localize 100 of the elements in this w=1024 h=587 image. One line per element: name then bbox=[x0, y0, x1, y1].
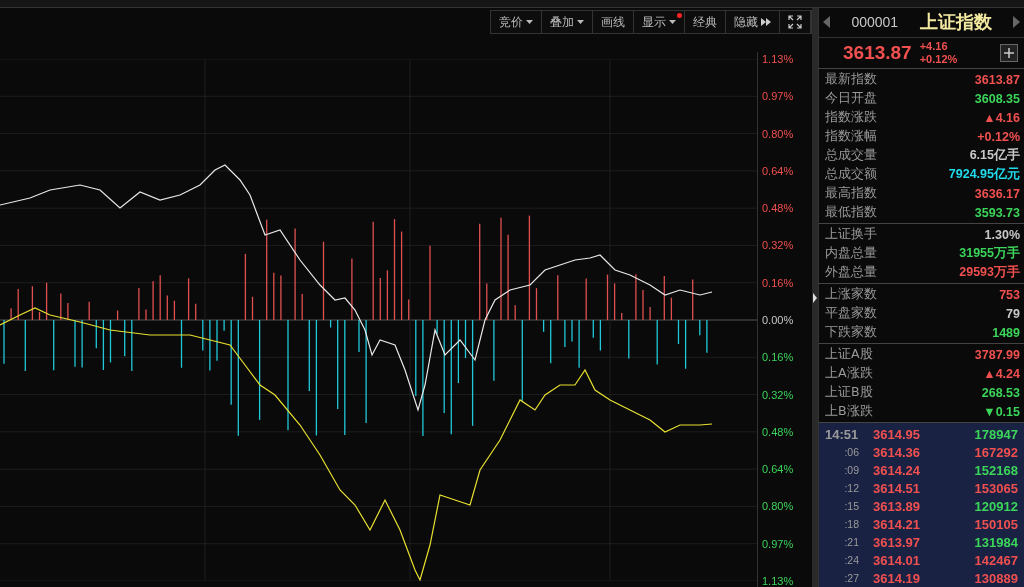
tick-price: 3614.01 bbox=[873, 552, 921, 568]
tick-time: :15 bbox=[843, 500, 860, 512]
stat-value: 3608.35 bbox=[974, 91, 1020, 106]
stat-value: 1489 bbox=[992, 325, 1020, 340]
stat-value: 3636.17 bbox=[974, 186, 1020, 201]
stat-label: 上证B股 bbox=[825, 384, 873, 401]
stat-value: 1.30% bbox=[984, 227, 1020, 242]
stat-value: 753 bbox=[999, 287, 1020, 302]
stat-label: 上证A股 bbox=[825, 346, 873, 363]
plus-icon bbox=[1004, 47, 1014, 58]
axis-label: 1.13% bbox=[761, 573, 795, 587]
right-arrow-icon[interactable] bbox=[1013, 16, 1020, 29]
tick-time: :18 bbox=[843, 518, 860, 530]
percent-change: +0.12% bbox=[919, 52, 958, 66]
stat-value: 31955万手 bbox=[959, 245, 1020, 262]
tick-time: :27 bbox=[843, 572, 860, 584]
stat-value: ▲4.24 bbox=[983, 366, 1020, 381]
axis-label: 0.16% bbox=[761, 275, 795, 290]
stat-label: 内盘总量 bbox=[825, 245, 877, 262]
axis-label: 0.80% bbox=[761, 126, 795, 141]
stat-value: 268.53 bbox=[981, 385, 1020, 400]
stat-label: 最新指数 bbox=[825, 71, 877, 88]
toolbar-button[interactable]: 画线 bbox=[593, 11, 634, 33]
left-arrow-icon[interactable] bbox=[823, 16, 830, 29]
caret-icon bbox=[526, 20, 533, 24]
stock-name: 上证指数 bbox=[919, 10, 992, 35]
tick-time: :06 bbox=[843, 446, 860, 458]
stat-value: 3593.73 bbox=[974, 205, 1020, 220]
stat-value: 7924.95亿元 bbox=[948, 166, 1020, 183]
stat-value: 3787.99 bbox=[974, 347, 1020, 362]
stat-label: 今日开盘 bbox=[825, 90, 877, 107]
tick-price: 3614.51 bbox=[873, 480, 921, 496]
tick-time: :09 bbox=[843, 464, 860, 476]
axis-label: 0.16% bbox=[761, 350, 795, 365]
caret-icon bbox=[669, 20, 676, 24]
stat-label: 最高指数 bbox=[825, 185, 877, 202]
axis-label: 1.13% bbox=[761, 52, 795, 66]
stat-label: 指数涨幅 bbox=[825, 128, 877, 145]
axis-label: 0.32% bbox=[761, 238, 795, 253]
tick-price: 3614.36 bbox=[873, 444, 921, 460]
expand-icon bbox=[788, 15, 802, 29]
stat-label: 上证换手 bbox=[825, 226, 877, 243]
double-arrow-icon bbox=[761, 18, 771, 26]
stat-value: ▼0.15 bbox=[983, 404, 1020, 419]
stat-label: 最低指数 bbox=[825, 204, 877, 221]
toolbar-button[interactable]: 经典 bbox=[685, 11, 726, 33]
axis-label: 0.97% bbox=[761, 536, 795, 551]
stat-label: 平盘家数 bbox=[825, 305, 877, 322]
stat-label: 上涨家数 bbox=[825, 286, 877, 303]
stat-label: 上B涨跌 bbox=[825, 403, 873, 420]
stat-value: 3613.87 bbox=[974, 72, 1020, 87]
tick-price: 3613.97 bbox=[873, 534, 921, 550]
tick-price: 3614.21 bbox=[873, 516, 921, 532]
tick-volume: 142467 bbox=[973, 552, 1018, 568]
tick-volume: 153065 bbox=[973, 480, 1018, 496]
stat-value: ▲4.16 bbox=[983, 110, 1020, 125]
stat-value: 29593万手 bbox=[959, 264, 1020, 281]
axis-label: 0.97% bbox=[761, 89, 795, 104]
stat-value: 6.15亿手 bbox=[969, 147, 1020, 164]
stat-value: +0.12% bbox=[977, 129, 1020, 144]
alert-dot bbox=[677, 13, 682, 18]
axis-label: 0.00% bbox=[761, 312, 795, 327]
stat-label: 外盘总量 bbox=[825, 264, 877, 281]
tick-volume: 131984 bbox=[973, 534, 1018, 550]
tick-volume: 150105 bbox=[973, 516, 1018, 532]
axis-label: 0.48% bbox=[761, 424, 795, 439]
tick-price: 3614.24 bbox=[873, 462, 921, 478]
tick-price: 3614.19 bbox=[873, 570, 921, 586]
toolbar-button[interactable]: 隐藏 bbox=[726, 11, 780, 33]
axis-label: 0.64% bbox=[761, 163, 795, 178]
tick-price: 3613.89 bbox=[873, 498, 921, 514]
axis-label: 0.64% bbox=[761, 462, 795, 477]
stat-label: 总成交量 bbox=[825, 147, 877, 164]
axis-label: 0.48% bbox=[761, 201, 795, 216]
tick-price: 3614.95 bbox=[873, 426, 921, 442]
caret-icon bbox=[577, 20, 584, 24]
tick-volume: 167292 bbox=[973, 444, 1018, 460]
add-button[interactable] bbox=[1000, 43, 1018, 62]
price-change: +4.16 bbox=[919, 39, 949, 53]
stat-label: 上A涨跌 bbox=[825, 365, 873, 382]
tick-time: :12 bbox=[843, 482, 860, 494]
tick-volume: 130889 bbox=[973, 570, 1018, 586]
axis-label: 0.32% bbox=[761, 387, 795, 402]
tick-volume: 152168 bbox=[973, 462, 1018, 478]
tick-time: :21 bbox=[843, 536, 860, 548]
stat-value: 79 bbox=[1006, 306, 1020, 321]
stat-label: 下跌家数 bbox=[825, 324, 877, 341]
toolbar-button[interactable]: 叠加 bbox=[542, 11, 593, 33]
stat-label: 总成交额 bbox=[825, 166, 877, 183]
toolbar-button[interactable]: 显示 bbox=[634, 11, 685, 33]
toolbar-button[interactable]: 竞价 bbox=[491, 11, 542, 33]
splitter-handle[interactable] bbox=[812, 8, 818, 587]
stat-label: 指数涨跌 bbox=[825, 109, 877, 126]
tick-time: :24 bbox=[843, 554, 860, 566]
stock-code: 000001 bbox=[851, 14, 899, 31]
tick-time: 14:51 bbox=[825, 426, 860, 442]
axis-label: 0.80% bbox=[761, 499, 795, 514]
triangle-icon bbox=[813, 292, 817, 303]
tick-volume: 120912 bbox=[973, 498, 1018, 514]
tick-volume: 178947 bbox=[973, 426, 1018, 442]
